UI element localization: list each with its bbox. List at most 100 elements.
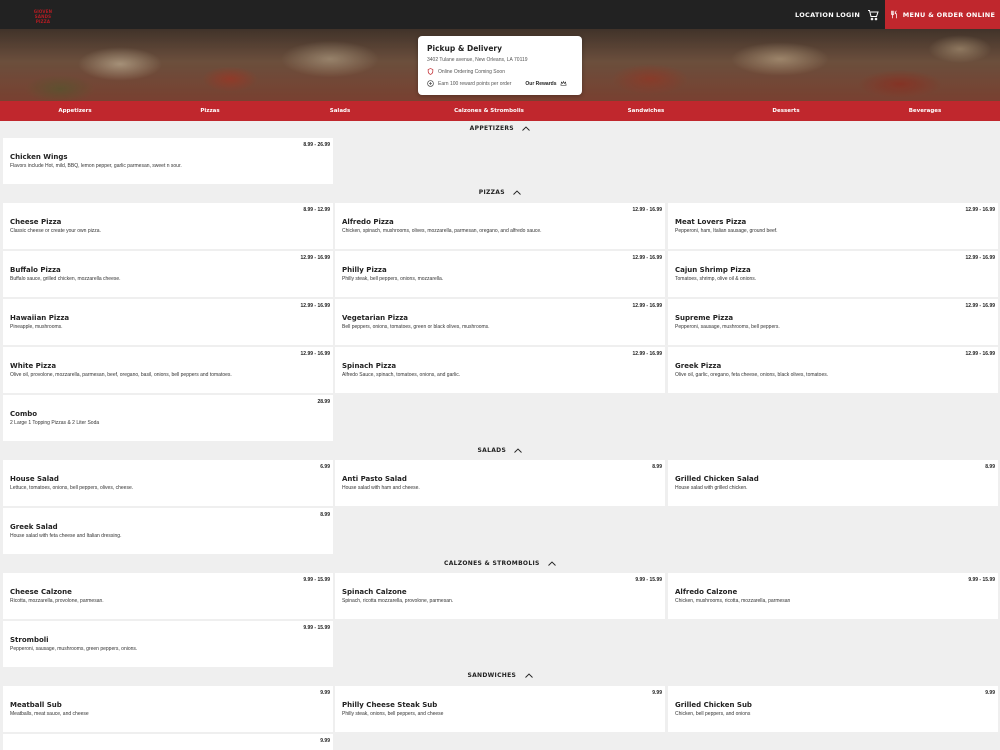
item-name: Spinach Calzone (342, 588, 407, 596)
item-name: House Salad (10, 475, 59, 483)
item-description: Chicken, mushrooms, ricotta, mozzarella,… (675, 598, 791, 604)
item-name: Cajun Shrimp Pizza (675, 266, 751, 274)
menu-item-card[interactable]: 12.99 - 16.99 Alfredo Pizza Chicken, spi… (335, 203, 665, 249)
shield-icon (427, 68, 434, 75)
menu-order-online-button[interactable]: MENU & ORDER ONLINE (885, 0, 1000, 29)
ordering-status-row: Online Ordering Coming Soon (427, 68, 573, 75)
item-price: 8.99 (652, 464, 662, 470)
menu-item-card[interactable]: 12.99 - 16.99 Cajun Shrimp Pizza Tomatoe… (668, 251, 998, 297)
section-title: PIZZAS (478, 189, 505, 196)
section-title: SANDWICHES (467, 672, 517, 679)
menu-item-card[interactable]: 12.99 - 16.99 White Pizza Olive oil, pro… (3, 347, 333, 393)
rewards-text: Earn 100 reward points per order (438, 80, 512, 87)
menu-item-card[interactable]: 8.99 Anti Pasto Salad House salad with h… (335, 460, 665, 506)
category-sandwiches[interactable]: Sandwiches (628, 108, 665, 114)
menu-item-card[interactable]: 12.99 - 16.99 Meat Lovers Pizza Pepperon… (668, 203, 998, 249)
menu-item-card[interactable]: 8.99 Greek Salad House salad with feta c… (3, 508, 333, 554)
item-name: Greek Pizza (675, 362, 722, 370)
item-name: Alfredo Calzone (675, 588, 738, 596)
item-price: 6.99 (320, 464, 330, 470)
top-bar: GIOVEN SANDS PIZZA LOCATION LOGIN MENU &… (0, 0, 1000, 29)
menu-item-card[interactable]: 9.99 - 15.99 Cheese Calzone Ricotta, moz… (3, 573, 333, 619)
item-price: 8.99 - 12.99 (303, 207, 330, 213)
order-button-label: MENU & ORDER ONLINE (902, 10, 996, 19)
item-name: White Pizza (10, 362, 57, 370)
item-price: 9.99 (320, 738, 330, 744)
item-name: Spinach Pizza (342, 362, 397, 370)
item-name: Philly Pizza (342, 266, 387, 274)
menu-item-card[interactable]: 8.99 - 26.99 Chicken Wings Flavors inclu… (3, 138, 333, 184)
logo-line-2: SANDS PIZZA (34, 14, 52, 24)
menu-item-card[interactable]: 12.99 - 16.99 Hawaiian Pizza Pineapple, … (3, 299, 333, 345)
our-rewards-link[interactable]: Our Rewards (525, 80, 566, 87)
menu-item-card[interactable]: 12.99 - 16.99 Buffalo Pizza Buffalo sauc… (3, 251, 333, 297)
item-price: 12.99 - 16.99 (965, 351, 995, 357)
menu-item-card[interactable]: 12.99 - 16.99 Philly Pizza Philly steak,… (335, 251, 665, 297)
section-header-salads[interactable]: SALADS (0, 447, 1000, 454)
item-name: Anti Pasto Salad (342, 475, 407, 483)
category-beverages[interactable]: Beverages (909, 108, 942, 114)
item-price: 12.99 - 16.99 (300, 303, 330, 309)
item-description: Olive oil, garlic, oregano, feta cheese,… (675, 372, 829, 378)
item-description: House salad with ham and cheese. (342, 485, 420, 491)
menu-item-card[interactable]: 12.99 - 16.99 Supreme Pizza Pepperoni, s… (668, 299, 998, 345)
menu-item-card[interactable]: 8.99 Grilled Chicken Salad House salad w… (668, 460, 998, 506)
menu-item-card[interactable]: 6.99 House Salad Lettuce, tomatoes, onio… (3, 460, 333, 506)
logo[interactable]: GIOVEN SANDS PIZZA (28, 9, 58, 24)
item-description: Philly steak, onions, bell peppers, and … (342, 711, 444, 717)
category-calzones-strombolis[interactable]: Calzones & Strombolis (454, 108, 524, 114)
item-name: Alfredo Pizza (342, 218, 394, 226)
menu-item-card[interactable]: 12.99 - 16.99 Spinach Pizza Alfredo Sauc… (335, 347, 665, 393)
item-description: Chicken, spinach, mushrooms, olives, moz… (342, 228, 542, 234)
cart-icon[interactable] (867, 9, 879, 21)
section-header-sandwiches[interactable]: SANDWICHES (0, 672, 1000, 679)
category-salads[interactable]: Salads (330, 108, 350, 114)
item-description: Alfredo Sauce, spinach, tomatoes, onions… (342, 372, 461, 378)
item-price: 12.99 - 16.99 (965, 255, 995, 261)
nav-location-link[interactable]: LOCATION (795, 11, 834, 19)
item-description: Olive oil, provolone, mozzarella, parmes… (10, 372, 232, 378)
item-name: Chicken Wings (10, 153, 68, 161)
item-price: 9.99 (652, 690, 662, 696)
menu-item-card[interactable]: 8.99 - 12.99 Cheese Pizza Classic cheese… (3, 203, 333, 249)
item-price: 9.99 - 15.99 (968, 577, 995, 583)
nav-login-link[interactable]: LOGIN (836, 11, 860, 19)
section-title: APPETIZERS (469, 125, 514, 132)
item-name: Philly Cheese Steak Sub (342, 701, 438, 709)
menu-item-card[interactable]: 9.99 Grilled Chicken Sub Chicken, bell p… (668, 686, 998, 732)
menu-item-card[interactable]: 9.99 (3, 734, 333, 750)
item-price: 28.99 (317, 399, 330, 405)
section-header-calzones-strombolis[interactable]: CALZONES & STROMBOLIS (0, 560, 1000, 567)
item-price: 9.99 (985, 690, 995, 696)
item-price: 12.99 - 16.99 (300, 351, 330, 357)
pickup-delivery-card: Pickup & Delivery 3402 Tulane avenue, Ne… (418, 36, 582, 95)
menu-item-card[interactable]: 12.99 - 16.99 Greek Pizza Olive oil, gar… (668, 347, 998, 393)
menu-item-card[interactable]: 9.99 - 15.99 Stromboli Pepperoni, sausag… (3, 621, 333, 667)
menu-item-card[interactable]: 9.99 - 15.99 Alfredo Calzone Chicken, mu… (668, 573, 998, 619)
menu-item-card[interactable]: 12.99 - 16.99 Vegetarian Pizza Bell pepp… (335, 299, 665, 345)
item-price: 9.99 (320, 690, 330, 696)
item-name: Grilled Chicken Salad (675, 475, 759, 483)
category-appetizers[interactable]: Appetizers (58, 108, 91, 114)
menu-item-card[interactable]: 28.99 Combo 2 Large 1 Topping Pizzas & 2… (3, 395, 333, 441)
section-header-pizzas[interactable]: PIZZAS (0, 189, 1000, 196)
item-name: Cheese Calzone (10, 588, 72, 596)
item-name: Cheese Pizza (10, 218, 62, 226)
item-name: Vegetarian Pizza (342, 314, 409, 322)
menu-item-card[interactable]: 9.99 Meatball Sub Meatballs, meat sauce,… (3, 686, 333, 732)
menu-item-card[interactable]: 9.99 - 15.99 Spinach Calzone Spinach, ri… (335, 573, 665, 619)
item-description: Pepperoni, ham, Italian sausage, ground … (675, 228, 778, 234)
item-description: Classic cheese or create your own pizza. (10, 228, 101, 234)
chevron-up-icon (524, 673, 533, 678)
item-description: 2 Large 1 Topping Pizzas & 2 Liter Soda (10, 420, 100, 426)
item-description: Philly steak, bell peppers, onions, mozz… (342, 276, 444, 282)
section-header-appetizers[interactable]: APPETIZERS (0, 125, 1000, 132)
item-price: 12.99 - 16.99 (632, 303, 662, 309)
category-pizzas[interactable]: Pizzas (200, 108, 219, 114)
item-description: Pineapple, mushrooms. (10, 324, 63, 330)
item-price: 8.99 (320, 512, 330, 518)
item-name: Meat Lovers Pizza (675, 218, 747, 226)
category-desserts[interactable]: Desserts (772, 108, 799, 114)
menu-item-card[interactable]: 9.99 Philly Cheese Steak Sub Philly stea… (335, 686, 665, 732)
plus-circle-icon (427, 80, 434, 87)
